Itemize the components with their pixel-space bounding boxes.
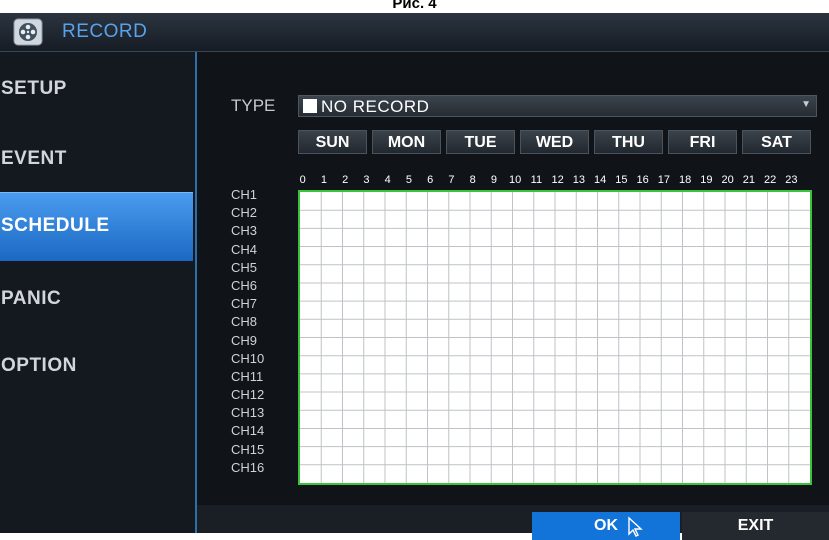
channel-label: CH9 <box>231 332 258 348</box>
channel-label: CH6 <box>231 277 258 293</box>
hour-label: 12 <box>551 174 564 186</box>
record-window: RECORD SETUP EVENT SCHEDULE PANIC OPTION… <box>0 13 829 540</box>
channel-label: CH1 <box>231 187 258 202</box>
hour-label: 0 <box>299 174 306 186</box>
ok-label: OK <box>594 517 618 534</box>
type-label: TYPE <box>231 96 276 115</box>
sidebar-item-schedule[interactable]: SCHEDULE <box>0 192 193 261</box>
sidebar-item-label: OPTION <box>1 355 77 376</box>
ok-button[interactable]: OK <box>532 512 680 540</box>
hour-label: 15 <box>615 174 628 186</box>
sidebar-item-panic[interactable]: PANIC <box>0 288 193 318</box>
hour-label: 13 <box>572 174 585 186</box>
film-reel-icon <box>13 18 43 46</box>
chevron-down-icon: ▼ <box>801 99 811 110</box>
day-tab-thu[interactable]: THU <box>594 130 663 154</box>
day-tab-sat[interactable]: SAT <box>742 130 811 154</box>
hour-label: 21 <box>742 174 755 186</box>
hour-label: 8 <box>469 174 476 186</box>
hour-label: 19 <box>700 174 713 186</box>
hour-label: 11 <box>530 174 543 186</box>
hour-label: 9 <box>490 174 497 186</box>
hour-label: 10 <box>509 174 522 186</box>
sidebar-item-label: SCHEDULE <box>1 215 110 236</box>
sidebar-item-label: PANIC <box>1 288 62 309</box>
hour-label: 7 <box>448 174 455 186</box>
schedule-panel: TYPE NO RECORD ▼ SUN MON TUE WED THU FRI SAT 0… <box>197 52 829 540</box>
window-title: RECORD <box>62 21 148 42</box>
hour-label: 4 <box>384 174 391 186</box>
day-tab-mon[interactable]: MON <box>372 130 441 154</box>
type-selected-value: NO RECORD <box>321 97 430 116</box>
hour-label: 5 <box>405 174 412 186</box>
exit-button[interactable]: EXIT <box>682 512 829 540</box>
channel-label: CH8 <box>231 314 258 330</box>
type-color-swatch <box>303 99 317 113</box>
hour-label: 18 <box>679 174 692 186</box>
day-tab-fri[interactable]: FRI <box>668 130 737 154</box>
channel-label: CH11 <box>231 368 264 384</box>
sidebar-item-setup[interactable]: SETUP <box>0 78 193 108</box>
mouse-cursor-icon <box>628 516 643 537</box>
day-tab-wed[interactable]: WED <box>520 130 589 154</box>
type-dropdown[interactable]: NO RECORD ▼ <box>298 95 817 117</box>
channel-label: CH4 <box>231 241 258 257</box>
exit-label: EXIT <box>737 517 774 534</box>
channel-label: CH12 <box>231 387 265 403</box>
figure-caption: Рис. 4 <box>392 0 437 12</box>
sidebar-item-option[interactable]: OPTION <box>0 355 193 385</box>
channel-label: CH16 <box>231 459 265 475</box>
hour-label: 23 <box>785 174 798 186</box>
hour-label: 16 <box>636 174 649 186</box>
channel-label: CH13 <box>231 405 265 421</box>
hour-label: 2 <box>342 174 349 186</box>
schedule-grid-lines[interactable] <box>300 192 810 483</box>
hour-label: 1 <box>320 174 327 186</box>
channel-label: CH5 <box>231 259 258 275</box>
schedule-grid[interactable] <box>298 190 812 485</box>
channel-label: CH3 <box>231 223 258 239</box>
hour-label: 3 <box>363 174 370 186</box>
channel-label: CH2 <box>231 205 258 221</box>
hour-label: 22 <box>764 174 777 186</box>
sidebar: SETUP EVENT SCHEDULE PANIC OPTION <box>0 52 197 533</box>
hour-label: 14 <box>594 174 607 186</box>
channel-label: CH10 <box>231 350 265 366</box>
channel-label: CH15 <box>231 441 265 457</box>
hour-label: 17 <box>657 174 670 186</box>
hour-label: 20 <box>721 174 734 186</box>
hour-label: 6 <box>427 174 434 186</box>
sidebar-item-event[interactable]: EVENT <box>0 148 193 178</box>
sidebar-item-label: EVENT <box>1 148 67 169</box>
sidebar-item-label: SETUP <box>1 78 67 99</box>
day-tab-tue[interactable]: TUE <box>446 130 515 154</box>
channel-label: CH14 <box>231 423 265 439</box>
title-bar: RECORD <box>0 13 829 52</box>
day-tab-sun[interactable]: SUN <box>298 130 367 154</box>
channel-label: CH7 <box>231 296 258 312</box>
